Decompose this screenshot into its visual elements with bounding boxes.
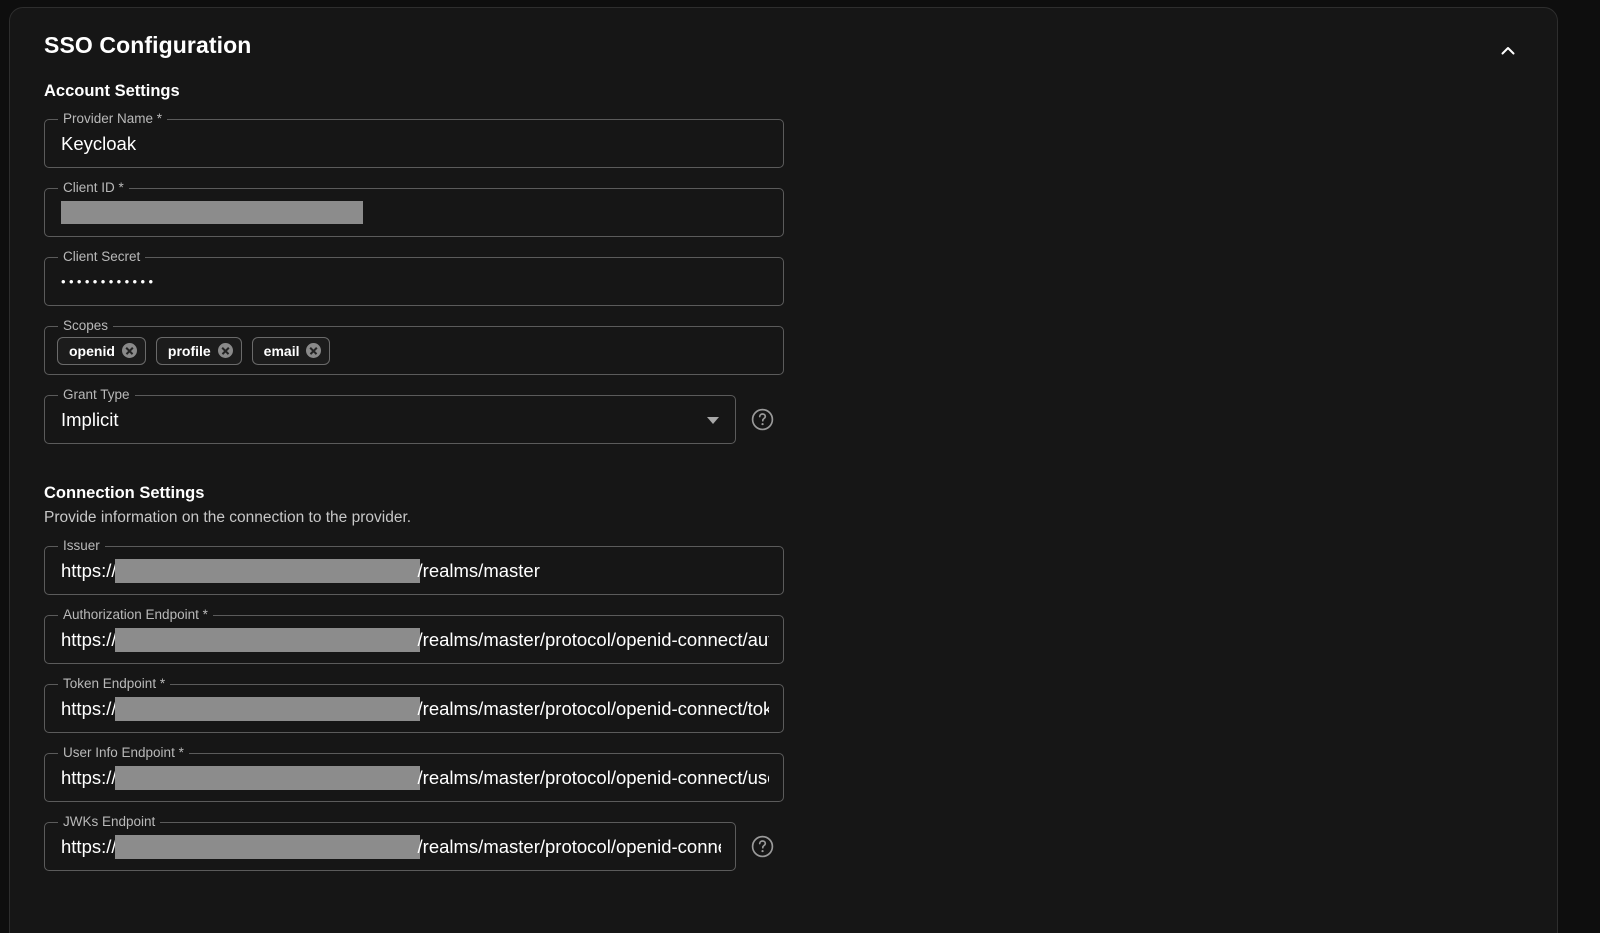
issuer-input[interactable]: https:// /realms/master — [61, 547, 769, 594]
token-endpoint-value-suffix: /realms/master/protocol/openid-connect/t… — [418, 698, 769, 720]
body-bottom-spacer — [44, 891, 1523, 893]
client-secret-field[interactable]: Client Secret •••••••••••• — [44, 257, 784, 306]
scopes-chip-list: openid profile email — [57, 327, 330, 374]
chevron-up-icon — [1498, 41, 1518, 61]
page-title: SSO Configuration — [44, 32, 251, 59]
issuer-field[interactable]: Issuer https:// /realms/master — [44, 546, 784, 595]
scope-chip-label: email — [264, 343, 300, 359]
client-id-field[interactable]: Client ID * — [44, 188, 784, 237]
issuer-value-suffix: /realms/master — [418, 560, 540, 582]
field-row-issuer: Issuer https:// /realms/master — [44, 546, 1523, 595]
scope-chip[interactable]: openid — [57, 337, 146, 365]
redaction-block-client-id — [61, 201, 363, 224]
field-row-jwks-endpoint: JWKs Endpoint https:// /realms/master/pr… — [44, 822, 1523, 871]
field-row-client-secret: Client Secret •••••••••••• — [44, 257, 1523, 306]
issuer-value-prefix: https:// — [61, 560, 117, 582]
scope-chip[interactable]: email — [252, 337, 331, 365]
help-circle-icon[interactable] — [750, 407, 775, 432]
authorization-endpoint-value-prefix: https:// — [61, 629, 117, 651]
field-row-token-endpoint: Token Endpoint * https:// /realms/master… — [44, 684, 1523, 733]
user-info-endpoint-input[interactable]: https:// /realms/master/protocol/openid-… — [61, 754, 769, 801]
field-row-user-info-endpoint: User Info Endpoint * https:// /realms/ma… — [44, 753, 1523, 802]
jwks-endpoint-field[interactable]: JWKs Endpoint https:// /realms/master/pr… — [44, 822, 736, 871]
close-circle-icon[interactable] — [306, 343, 321, 358]
scopes-field[interactable]: Scopes openid profile email — [44, 326, 784, 375]
client-secret-input[interactable]: •••••••••••• — [61, 258, 769, 305]
section-heading-account-settings: Account Settings — [44, 82, 1523, 101]
token-endpoint-input[interactable]: https:// /realms/master/protocol/openid-… — [61, 685, 769, 732]
help-circle-icon[interactable] — [750, 834, 775, 859]
field-row-authorization-endpoint: Authorization Endpoint * https:// /realm… — [44, 615, 1523, 664]
field-row-scopes: Scopes openid profile email — [44, 326, 1523, 375]
user-info-endpoint-field[interactable]: User Info Endpoint * https:// /realms/ma… — [44, 753, 784, 802]
card-body: Account Settings Provider Name * Keycloa… — [10, 82, 1557, 893]
authorization-endpoint-field[interactable]: Authorization Endpoint * https:// /realm… — [44, 615, 784, 664]
token-endpoint-value-prefix: https:// — [61, 698, 117, 720]
collapse-section-button[interactable] — [1491, 34, 1525, 68]
connection-settings-description: Provide information on the connection to… — [44, 509, 1523, 527]
section-heading-connection-settings: Connection Settings — [44, 484, 1523, 503]
redaction-block-token-host — [115, 697, 420, 721]
user-info-endpoint-value-prefix: https:// — [61, 767, 117, 789]
sso-configuration-page: SSO Configuration Account Settings Provi… — [0, 0, 1600, 933]
authorization-endpoint-input[interactable]: https:// /realms/master/protocol/openid-… — [61, 616, 769, 663]
redaction-block-user-info-host — [115, 766, 420, 790]
grant-type-select[interactable]: Grant Type Implicit — [44, 395, 736, 444]
jwks-endpoint-value-prefix: https:// — [61, 836, 117, 858]
jwks-endpoint-input[interactable]: https:// /realms/master/protocol/openid-… — [61, 823, 721, 870]
scope-chip[interactable]: profile — [156, 337, 242, 365]
field-row-grant-type: Grant Type Implicit — [44, 395, 1523, 444]
field-row-provider-name: Provider Name * Keycloak — [44, 119, 1523, 168]
authorization-endpoint-value-suffix: /realms/master/protocol/openid-connect/a… — [418, 629, 769, 651]
client-id-input[interactable] — [61, 189, 769, 236]
redaction-block-jwks-host — [115, 835, 420, 859]
redaction-block-issuer-host — [115, 559, 420, 583]
provider-name-field[interactable]: Provider Name * Keycloak — [44, 119, 784, 168]
user-info-endpoint-value-suffix: /realms/master/protocol/openid-connect/u… — [418, 767, 769, 789]
scope-chip-label: openid — [69, 343, 115, 359]
token-endpoint-field[interactable]: Token Endpoint * https:// /realms/master… — [44, 684, 784, 733]
card-header: SSO Configuration — [10, 8, 1557, 82]
jwks-endpoint-value-suffix: /realms/master/protocol/openid-connect/c… — [418, 836, 721, 858]
close-circle-icon[interactable] — [122, 343, 137, 358]
sso-configuration-card: SSO Configuration Account Settings Provi… — [9, 7, 1558, 933]
close-circle-icon[interactable] — [218, 343, 233, 358]
grant-type-selected-value[interactable]: Implicit — [61, 396, 697, 443]
chevron-down-icon[interactable] — [707, 417, 719, 424]
field-row-client-id: Client ID * — [44, 188, 1523, 237]
provider-name-input[interactable]: Keycloak — [61, 120, 769, 167]
client-secret-masked-value: •••••••••••• — [61, 275, 156, 288]
redaction-block-authorization-host — [115, 628, 420, 652]
scope-chip-label: profile — [168, 343, 211, 359]
